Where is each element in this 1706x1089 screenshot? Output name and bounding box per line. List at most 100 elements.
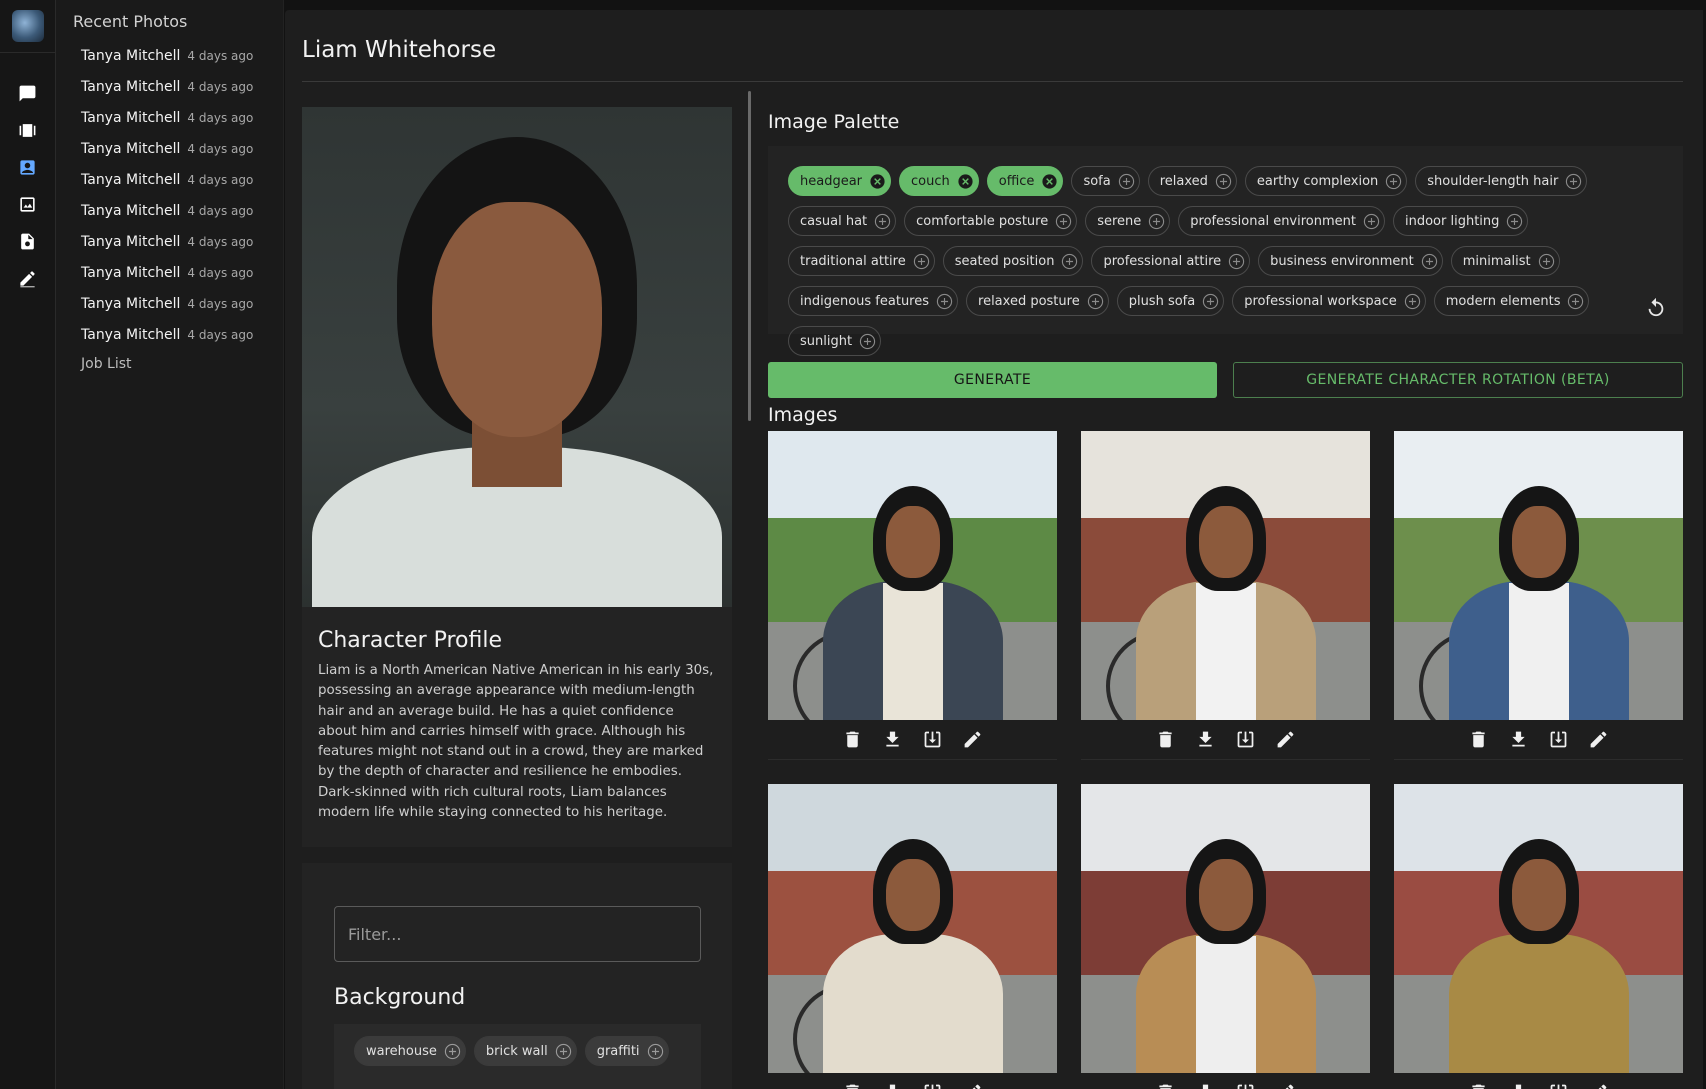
recent-photo-item[interactable]: Tanya Mitchell 4 days ago [56,164,283,195]
generated-image[interactable] [1394,784,1683,1073]
generate-rotation-button[interactable]: GENERATE CHARACTER ROTATION (BETA) [1233,362,1683,398]
save-image-button[interactable] [920,1080,945,1089]
palette-chip[interactable]: professional environment [1178,206,1385,236]
palette-chip[interactable]: minimalist [1450,246,1560,276]
delete-image-button[interactable] [1153,1080,1178,1089]
generated-image[interactable] [768,784,1057,1073]
palette-chip[interactable]: plush sofa [1116,286,1225,316]
add-circle-icon[interactable] [1202,293,1219,310]
generated-image[interactable] [768,431,1057,720]
palette-chip[interactable]: modern elements [1433,286,1590,316]
palette-chip[interactable]: relaxed [1147,166,1237,196]
palette-chip-selected[interactable]: couch [899,166,979,196]
add-circle-icon[interactable] [1228,253,1245,270]
add-circle-icon[interactable] [1506,213,1523,230]
palette-chip[interactable]: comfortable posture [904,206,1078,236]
nav-editor[interactable] [0,260,56,297]
add-circle-icon[interactable] [1404,293,1421,310]
palette-chip-selected[interactable]: headgear [788,166,892,196]
save-image-button[interactable] [920,727,945,752]
palette-chip[interactable]: earthy complexion [1244,166,1408,196]
palette-chip[interactable]: casual hat [788,206,897,236]
edit-image-button[interactable] [1586,727,1611,752]
job-list-link[interactable]: Job List [56,356,283,372]
add-circle-icon[interactable] [1567,293,1584,310]
add-circle-icon[interactable] [913,253,930,270]
generated-image[interactable] [1081,431,1370,720]
palette-chip[interactable]: sunlight [788,326,882,356]
cancel-circle-icon[interactable] [1041,173,1058,190]
download-image-button[interactable] [880,727,905,752]
nav-documents[interactable] [0,223,56,260]
delete-image-button[interactable] [840,727,865,752]
cancel-circle-icon[interactable] [957,173,974,190]
palette-chip[interactable]: indigenous features [788,286,959,316]
add-circle-icon[interactable] [1215,173,1232,190]
generated-image[interactable] [1394,431,1683,720]
download-image-button[interactable] [880,1080,905,1089]
recent-photo-item[interactable]: Tanya Mitchell 4 days ago [56,102,283,133]
generated-image[interactable] [1081,784,1370,1073]
palette-chip[interactable]: sofa [1071,166,1140,196]
nav-characters[interactable] [0,149,56,186]
palette-chip[interactable]: business environment [1258,246,1443,276]
palette-chip-selected[interactable]: office [986,166,1064,196]
background-chip[interactable]: brick wall [473,1036,577,1066]
palette-chip[interactable]: relaxed posture [966,286,1109,316]
recent-photo-item[interactable]: Tanya Mitchell 4 days ago [56,226,283,257]
edit-image-button[interactable] [960,727,985,752]
column-resize-handle[interactable] [748,91,751,421]
background-chip[interactable]: graffiti [584,1036,669,1066]
delete-image-button[interactable] [1153,727,1178,752]
delete-image-button[interactable] [1466,727,1491,752]
nav-chat[interactable] [0,75,56,112]
recent-photo-item[interactable]: Tanya Mitchell 4 days ago [56,133,283,164]
edit-image-button[interactable] [960,1080,985,1089]
add-circle-icon[interactable] [1421,253,1438,270]
nav-video-library[interactable] [0,112,56,149]
palette-chip[interactable]: seated position [942,246,1084,276]
save-image-button[interactable] [1233,1080,1258,1089]
add-circle-icon[interactable] [936,293,953,310]
save-image-button[interactable] [1233,727,1258,752]
background-chip[interactable]: warehouse [354,1036,466,1066]
delete-image-button[interactable] [840,1080,865,1089]
palette-chip[interactable]: professional workspace [1232,286,1426,316]
app-logo[interactable] [0,0,56,53]
recent-photo-item[interactable]: Tanya Mitchell 4 days ago [56,40,283,71]
filter-input[interactable] [334,906,701,962]
download-image-button[interactable] [1193,1080,1218,1089]
edit-image-button[interactable] [1273,1080,1298,1089]
palette-chip[interactable]: shoulder-length hair [1415,166,1588,196]
add-circle-icon[interactable] [1363,213,1380,230]
edit-image-button[interactable] [1273,727,1298,752]
recent-photo-item[interactable]: Tanya Mitchell 4 days ago [56,257,283,288]
generate-button[interactable]: GENERATE [768,362,1217,398]
add-circle-icon[interactable] [1385,173,1402,190]
add-circle-icon[interactable] [874,213,891,230]
add-circle-icon[interactable] [1087,293,1104,310]
delete-image-button[interactable] [1466,1080,1491,1089]
reset-palette-button[interactable] [1645,296,1667,318]
nav-image-search[interactable] [0,186,56,223]
download-image-button[interactable] [1506,1080,1531,1089]
add-circle-icon[interactable] [1055,213,1072,230]
add-circle-icon[interactable] [1118,173,1135,190]
save-image-button[interactable] [1546,727,1571,752]
recent-photo-item[interactable]: Tanya Mitchell 4 days ago [56,195,283,226]
add-circle-icon[interactable] [1538,253,1555,270]
download-image-button[interactable] [1506,727,1531,752]
add-circle-icon[interactable] [1565,173,1582,190]
cancel-circle-icon[interactable] [869,173,886,190]
add-circle-icon[interactable] [1061,253,1078,270]
recent-photo-item[interactable]: Tanya Mitchell 4 days ago [56,319,283,350]
recent-photo-item[interactable]: Tanya Mitchell 4 days ago [56,71,283,102]
palette-chip[interactable]: indoor lighting [1393,206,1529,236]
recent-photo-item[interactable]: Tanya Mitchell 4 days ago [56,288,283,319]
add-circle-icon[interactable] [1148,213,1165,230]
save-image-button[interactable] [1546,1080,1571,1089]
download-image-button[interactable] [1193,727,1218,752]
palette-chip[interactable]: traditional attire [788,246,935,276]
palette-chip[interactable]: serene [1085,206,1171,236]
edit-image-button[interactable] [1586,1080,1611,1089]
